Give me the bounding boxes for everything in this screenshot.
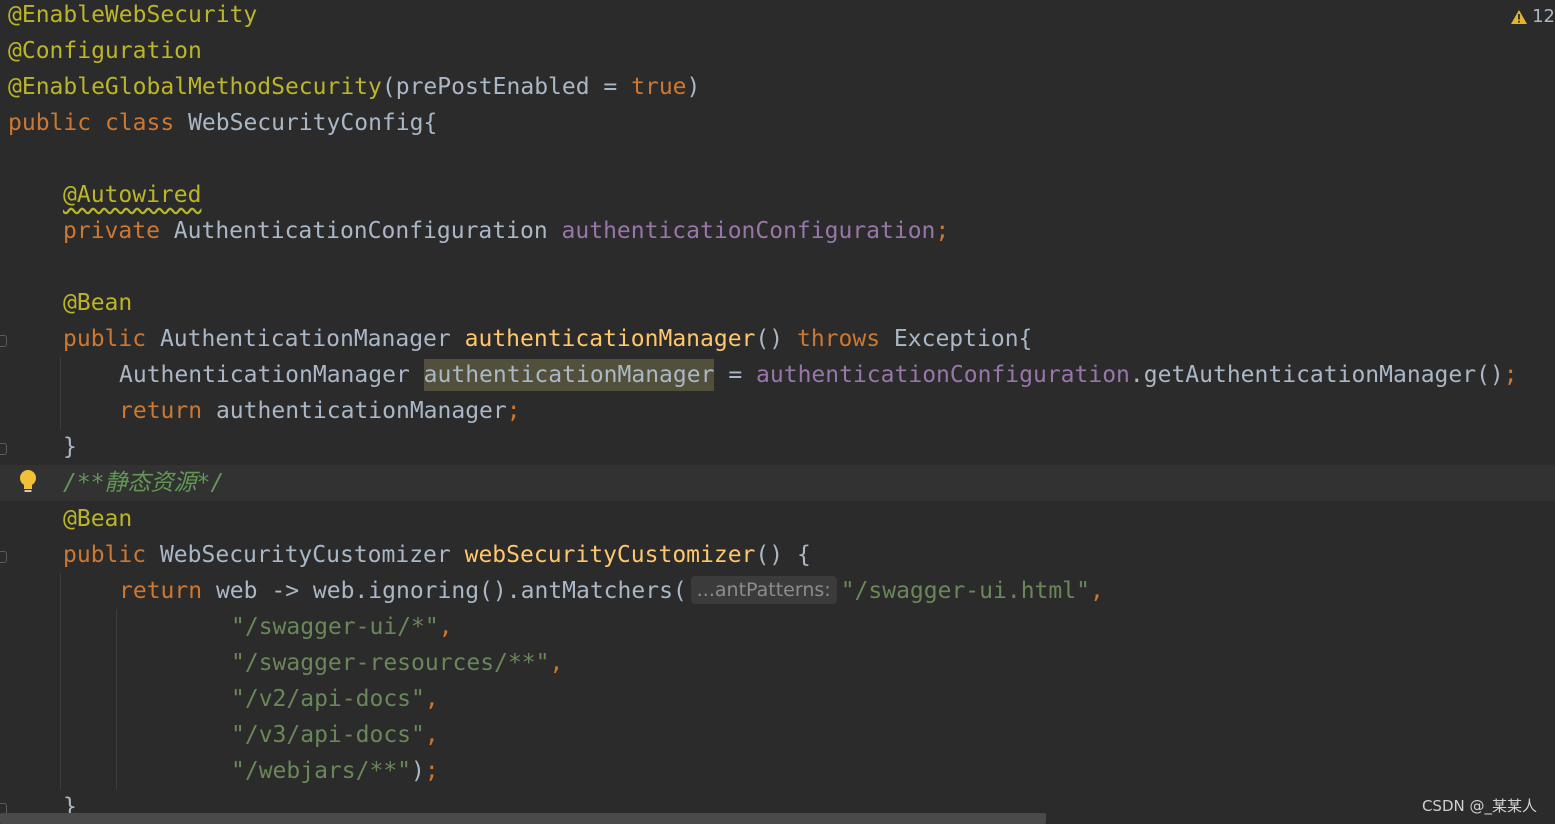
class-name: WebSecurityConfig{	[188, 110, 438, 136]
local-variable: authenticationManager	[215, 398, 507, 424]
horizontal-scrollbar[interactable]	[0, 813, 1046, 824]
type-name: WebSecurityCustomizer	[159, 542, 451, 568]
code-line-4[interactable]: public class WebSecurityConfig{	[0, 105, 437, 141]
type-name: Exception{	[893, 326, 1033, 352]
string-literal: "/webjars/**"	[231, 758, 412, 784]
annotation: @EnableWebSecurity	[8, 2, 258, 28]
keyword: return	[119, 578, 203, 604]
method-call: .getAuthenticationManager()	[1129, 362, 1504, 388]
parameter-hint: ...antPatterns:	[690, 576, 837, 604]
annotation: @Bean	[63, 506, 133, 532]
code-line-22[interactable]: "/webjars/**");	[0, 753, 439, 789]
string-literal: "/swagger-ui/*"	[231, 614, 439, 640]
keyword: public	[8, 110, 92, 136]
code-line-10[interactable]: public AuthenticationManager authenticat…	[0, 321, 1032, 357]
annotation: @Bean	[63, 290, 133, 316]
annotation: @Autowired	[63, 182, 202, 208]
code-line-2[interactable]: @Configuration	[0, 33, 202, 69]
caret-line-highlight	[0, 465, 1555, 501]
comma: ,	[549, 650, 564, 676]
comma: ,	[438, 614, 453, 640]
type-name: AuthenticationConfiguration	[173, 218, 548, 244]
code-line-14[interactable]: /**静态资源*/	[0, 465, 224, 501]
code-line-20[interactable]: "/v2/api-docs",	[0, 681, 439, 717]
comment: 静态资源	[104, 470, 197, 496]
code-token: ()	[755, 326, 784, 352]
code-line-12[interactable]: return authenticationManager;	[0, 393, 521, 429]
code-token: )	[411, 758, 425, 784]
semicolon: ;	[506, 398, 521, 424]
comment: /**	[63, 470, 105, 496]
code-token: () {	[755, 542, 811, 568]
type-name: AuthenticationManager	[159, 326, 451, 352]
annotation: @EnableGlobalMethodSecurity	[8, 74, 382, 100]
type-name: AuthenticationManager	[119, 362, 410, 388]
field-name: authenticationConfiguration	[756, 362, 1130, 388]
comma: ,	[424, 686, 439, 712]
string-literal: "/v3/api-docs"	[231, 722, 425, 748]
code-line-19[interactable]: "/swagger-resources/**",	[0, 645, 563, 681]
code-line-18[interactable]: "/swagger-ui/*",	[0, 609, 453, 645]
keyword: return	[119, 398, 203, 424]
code-line-3[interactable]: @EnableGlobalMethodSecurity(prePostEnabl…	[0, 69, 700, 105]
field-name: authenticationConfiguration	[561, 218, 936, 244]
string-literal: "/v2/api-docs"	[231, 686, 425, 712]
code-token: (prePostEnabled =	[381, 74, 632, 100]
code-line-9[interactable]: @Bean	[0, 285, 132, 321]
code-line-15[interactable]: @Bean	[0, 501, 132, 537]
code-line-1[interactable]: @EnableWebSecurity	[0, 0, 257, 33]
keyword: throws	[796, 326, 881, 352]
warning-triangle-icon	[1511, 10, 1528, 24]
method-name: authenticationManager	[464, 326, 756, 352]
code-line-21[interactable]: "/v3/api-docs",	[0, 717, 439, 753]
code-line-7[interactable]: private AuthenticationConfiguration auth…	[0, 213, 949, 249]
code-token: )	[686, 74, 701, 100]
string-literal: "/swagger-ui.html"	[840, 578, 1090, 604]
keyword: public	[63, 326, 147, 352]
keyword: public	[63, 542, 147, 568]
code-line-17[interactable]: return web -> web.ignoring().antMatchers…	[0, 573, 1104, 609]
lambda-expression: web -> web.ignoring().antMatchers(	[215, 578, 687, 604]
warning-count: 12	[1532, 6, 1555, 27]
comment: */	[196, 470, 225, 496]
method-name: webSecurityCustomizer	[464, 542, 756, 568]
code-editor[interactable]: 12 @EnableWebSecurity @Configuration @En…	[0, 0, 1555, 824]
annotation: @Configuration	[8, 38, 202, 64]
close-brace: }	[63, 434, 77, 460]
code-line-16[interactable]: public WebSecurityCustomizer webSecurity…	[0, 537, 811, 573]
code-line-11[interactable]: AuthenticationManager authenticationMana…	[0, 357, 1518, 393]
keyword: class	[104, 110, 175, 136]
code-line-13[interactable]: }	[0, 429, 77, 465]
string-literal: "/swagger-resources/**"	[231, 650, 550, 676]
warning-indicator[interactable]: 12	[1510, 4, 1555, 30]
code-line-6[interactable]: @Autowired	[0, 177, 201, 213]
local-variable-highlighted: authenticationManager	[423, 359, 715, 391]
semicolon: ;	[1503, 362, 1518, 388]
comma: ,	[1089, 578, 1104, 604]
comma: ,	[424, 722, 439, 748]
semicolon: ;	[424, 758, 439, 784]
code-token: =	[728, 362, 743, 388]
keyword: private	[63, 218, 160, 244]
keyword: true	[631, 74, 687, 100]
watermark: CSDN @_某某人	[1421, 797, 1537, 815]
semicolon: ;	[935, 218, 950, 244]
